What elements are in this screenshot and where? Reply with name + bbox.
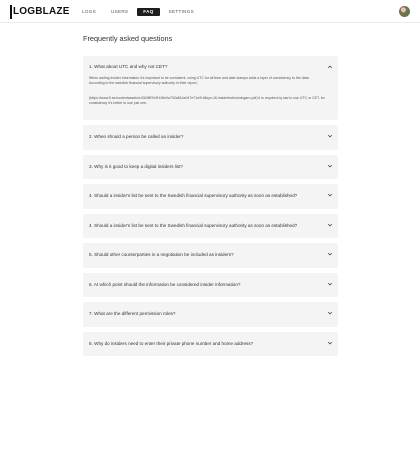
uk-flag-icon[interactable] <box>385 9 391 15</box>
chevron-down-icon[interactable] <box>327 340 333 346</box>
nav-item-users[interactable]: USERS <box>105 8 134 16</box>
chevron-down-icon[interactable] <box>327 192 333 198</box>
faq-question[interactable]: 4. Should a insider's list be sent to th… <box>89 193 297 198</box>
chevron-down-icon[interactable] <box>327 310 333 316</box>
chevron-down-icon[interactable] <box>327 281 333 287</box>
user-avatar[interactable] <box>399 6 410 17</box>
faq-question[interactable]: 7. What are the different permission rol… <box>89 311 175 316</box>
faq-answer-paragraph-2: (https://www.fi.se/contentassets/c43498f… <box>89 96 325 105</box>
nav-item-logs[interactable]: LOGS <box>76 8 102 16</box>
chevron-down-icon[interactable] <box>327 222 333 228</box>
page-title: Frequently asked questions <box>83 34 173 43</box>
faq-item-2[interactable]: 2. When should a person be called an ins… <box>83 125 338 150</box>
faq-item-7[interactable]: 7. What are the different permission rol… <box>83 302 338 327</box>
faq-question[interactable]: 8. Why do insiders need to enter their p… <box>89 341 253 346</box>
faq-question[interactable]: 3. Why is it good to keep a digital insi… <box>89 164 183 169</box>
top-navigation-bar: LOGBLAZE LOGS USERS FAQ SETTINGS <box>0 0 420 23</box>
faq-question[interactable]: 4. Should a insider's list be sent to th… <box>89 223 297 228</box>
faq-question[interactable]: 6. At which point should the information… <box>89 282 240 287</box>
faq-list: 1. What about UTC and why not CET? When … <box>83 56 338 361</box>
nav-item-faq[interactable]: FAQ <box>137 8 160 16</box>
faq-item-6[interactable]: 6. At which point should the information… <box>83 272 338 297</box>
faq-answer-paragraph-1: When adding insider information it's imp… <box>89 76 310 85</box>
logblaze-logo[interactable]: LOGBLAZE <box>10 5 70 19</box>
chevron-up-icon[interactable] <box>327 64 333 70</box>
chevron-down-icon[interactable] <box>327 251 333 257</box>
faq-item-4b[interactable]: 4. Should a insider's list be sent to th… <box>83 213 338 238</box>
faq-question[interactable]: 5. Should other counterparties in a nego… <box>89 252 234 257</box>
faq-item-4[interactable]: 4. Should a insider's list be sent to th… <box>83 184 338 209</box>
faq-item-3[interactable]: 3. Why is it good to keep a digital insi… <box>83 154 338 179</box>
chevron-down-icon[interactable] <box>327 163 333 169</box>
faq-item-8[interactable]: 8. Why do insiders need to enter their p… <box>83 331 338 356</box>
faq-item-1[interactable]: 1. What about UTC and why not CET? When … <box>83 56 338 120</box>
faq-question[interactable]: 2. When should a person be called an ins… <box>89 134 184 139</box>
main-nav: LOGS USERS FAQ SETTINGS <box>76 7 203 17</box>
faq-question[interactable]: 1. What about UTC and why not CET? <box>89 64 167 69</box>
nav-item-settings[interactable]: SETTINGS <box>163 8 200 16</box>
logo-text: LOGBLAZE <box>13 6 70 17</box>
faq-item-5[interactable]: 5. Should other counterparties in a nego… <box>83 243 338 268</box>
logo-mark <box>10 5 12 19</box>
chevron-down-icon[interactable] <box>327 133 333 139</box>
